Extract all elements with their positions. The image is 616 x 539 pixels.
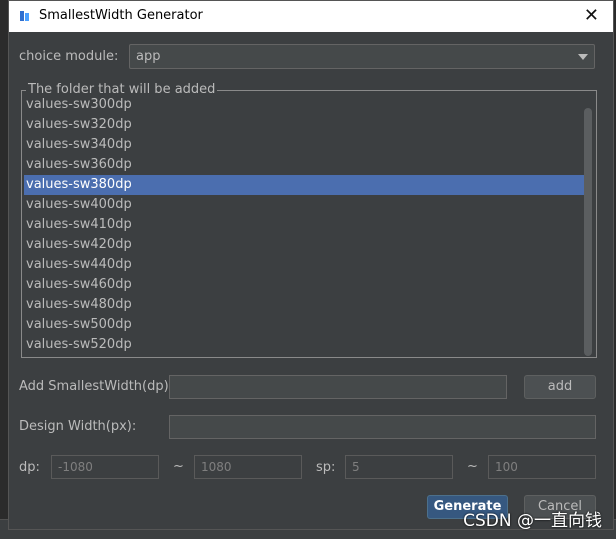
folder-list: values-sw300dp values-sw320dp values-sw340…	[24, 95, 585, 357]
dp-min-input[interactable]: -1080	[51, 455, 159, 479]
folder-group: The folder that will be added values-sw3…	[21, 82, 597, 358]
module-select[interactable]: app	[129, 44, 595, 69]
sp-min-value: 5	[352, 460, 360, 474]
scrollbar[interactable]	[584, 108, 592, 356]
plugin-icon	[20, 11, 29, 21]
folder-list-item[interactable]: values-sw520dp	[24, 335, 585, 355]
add-button[interactable]: add	[524, 375, 596, 399]
folder-list-item[interactable]: values-sw500dp	[24, 315, 585, 335]
folder-list-item[interactable]: values-sw400dp	[24, 195, 585, 215]
module-label: choice module:	[19, 49, 119, 64]
title-bar: SmallestWidth Generator ✕	[9, 1, 613, 32]
add-width-label: Add SmallestWidth(dp):	[19, 379, 174, 394]
folder-list-item[interactable]: values-sw410dp	[24, 215, 585, 235]
dp-range-separator: ~	[173, 459, 184, 474]
add-width-input[interactable]	[169, 375, 507, 399]
folder-list-item[interactable]: values-sw360dp	[24, 155, 585, 175]
dp-label: dp:	[19, 460, 40, 475]
sp-min-input[interactable]: 5	[345, 455, 453, 479]
module-value: app	[136, 49, 161, 64]
sp-max-value: 100	[495, 460, 518, 474]
folder-list-item[interactable]: values-sw420dp	[24, 235, 585, 255]
sp-label: sp:	[316, 460, 336, 475]
sp-range-separator: ~	[467, 459, 478, 474]
chevron-down-icon	[578, 54, 588, 60]
dp-max-value: 1080	[201, 460, 232, 474]
folder-list-item[interactable]: values-sw480dp	[24, 295, 585, 315]
folder-list-item[interactable]: values-sw380dp	[24, 175, 585, 195]
scrollbar-thumb[interactable]	[584, 108, 592, 356]
window-title: SmallestWidth Generator	[39, 8, 203, 23]
folder-list-item[interactable]: values-sw320dp	[24, 115, 585, 135]
folder-list-item[interactable]: values-sw340dp	[24, 135, 585, 155]
close-icon[interactable]: ✕	[584, 5, 599, 26]
folder-list-item[interactable]: values-sw300dp	[24, 95, 585, 115]
folder-list-item[interactable]: values-sw440dp	[24, 255, 585, 275]
watermark: CSDN @一直向钱	[463, 511, 602, 531]
dp-min-value: -1080	[58, 460, 93, 474]
design-width-label: Design Width(px):	[19, 419, 137, 434]
design-width-input[interactable]	[169, 415, 596, 439]
folder-list-item[interactable]: values-sw460dp	[24, 275, 585, 295]
dp-max-input[interactable]: 1080	[194, 455, 302, 479]
sp-max-input[interactable]: 100	[488, 455, 596, 479]
smallestwidth-dialog: SmallestWidth Generator ✕ choice module:…	[8, 0, 614, 530]
